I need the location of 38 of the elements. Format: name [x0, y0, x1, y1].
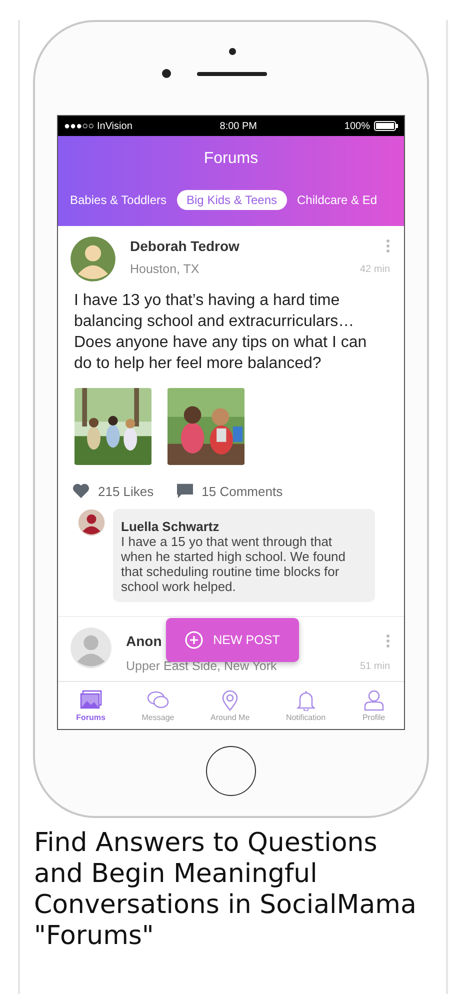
category-tab[interactable]: Big Kids & Teens — [176, 190, 288, 210]
caption-text: Find Answers to Questions and Begin Meaningful Conversations in SocialMama "Forums" — [34, 828, 418, 952]
author-name: Deborah Tedrow — [130, 238, 240, 254]
new-post-button[interactable]: NEW POST — [166, 618, 299, 662]
comment-icon[interactable] — [176, 483, 194, 499]
carrier-text: ●●●○○ InVision — [64, 120, 132, 132]
avatar-icon — [78, 509, 105, 536]
nav-tab[interactable]: Message — [140, 682, 176, 729]
category-tab[interactable]: Babies & Toddlers — [70, 190, 167, 210]
screen-title: Forums — [204, 150, 258, 168]
nav-tab[interactable]: Notification — [284, 682, 328, 729]
sensor-dot — [229, 48, 236, 55]
post-location: Houston, TX — [130, 262, 200, 276]
nav-tab[interactable]: Forums — [74, 682, 108, 729]
picture-icon — [78, 689, 103, 711]
heart-icon[interactable] — [72, 483, 90, 499]
category-tab[interactable]: Childcare & Ed — [297, 190, 378, 210]
comments-count: 15 Comments — [202, 484, 283, 498]
post-text: I have 13 yo that’s having a hard time balancing school and extracurriculars… Does anyone have any tips on what I can do to help her feel more balanced? — [74, 291, 368, 374]
chat-icon — [146, 689, 170, 711]
battery-text: 100% — [344, 120, 370, 132]
comment-text: I have a 15 yo that went through that when he started high school. We found that scheduling routine time blocks for school work helped. — [121, 534, 347, 594]
author-name: Anon — [126, 633, 162, 649]
home-button[interactable] — [206, 746, 256, 796]
speaker-slot — [197, 72, 267, 76]
post-time: 51 min — [360, 660, 390, 672]
clock-text: 8:00 PM — [220, 120, 258, 132]
nav-tab[interactable]: Profile — [360, 682, 388, 729]
avatar-icon — [70, 627, 112, 669]
avatar-icon — [70, 236, 116, 282]
likes-count: 215 Likes — [98, 484, 154, 498]
plus-circle-icon — [185, 631, 204, 649]
nav-tab[interactable]: Around Me — [208, 682, 252, 729]
comment-author: Luella Schwartz — [121, 519, 220, 534]
post-time: 42 min — [360, 264, 390, 274]
battery-icon — [374, 121, 398, 131]
camera-dot — [162, 69, 171, 78]
person-icon — [362, 689, 386, 711]
